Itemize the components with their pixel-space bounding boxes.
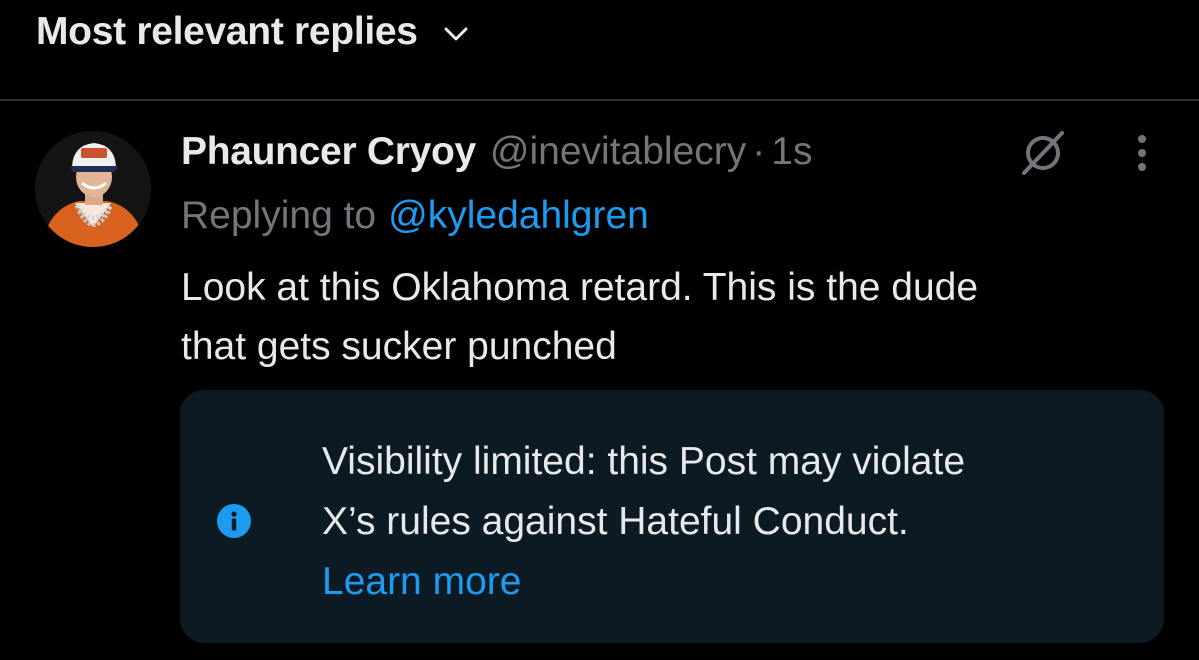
replying-to-label: Replying to <box>181 194 377 237</box>
visibility-notice-text: Visibility limited: this Post may violat… <box>322 432 1152 612</box>
notice-line: Visibility limited: this Post may violat… <box>322 440 966 483</box>
post-timestamp[interactable]: 1s <box>771 130 812 174</box>
avatar[interactable] <box>35 131 151 247</box>
post-header: Phauncer Cryoy @inevitablecry · 1s <box>181 124 812 180</box>
info-icon <box>217 504 251 538</box>
visibility-notice: Visibility limited: this Post may violat… <box>180 390 1164 643</box>
reply-sort-label: Most relevant replies <box>36 10 418 53</box>
more-vertical-icon[interactable] <box>1122 126 1162 180</box>
chevron-down-icon <box>444 22 468 46</box>
separator-dot: · <box>752 130 766 173</box>
learn-more-link[interactable]: Learn more <box>322 552 1152 612</box>
post-text-line: Look at this Oklahoma retard. This is th… <box>181 266 979 309</box>
author-display-name[interactable]: Phauncer Cryoy <box>181 130 476 174</box>
replying-to-handle-link[interactable]: @kyledahlgren <box>388 194 649 238</box>
post-text-line: that gets sucker punched <box>181 325 617 368</box>
post-text: Look at this Oklahoma retard. This is th… <box>181 258 1181 376</box>
reply-sort-dropdown[interactable]: Most relevant replies <box>36 8 468 56</box>
replying-to: Replying to @kyledahlgren <box>181 188 649 244</box>
grok-icon[interactable] <box>1016 126 1070 180</box>
author-handle[interactable]: @inevitablecry <box>490 130 746 174</box>
header-divider <box>0 99 1199 101</box>
notice-line: X’s rules against Hateful Conduct. <box>322 500 909 543</box>
